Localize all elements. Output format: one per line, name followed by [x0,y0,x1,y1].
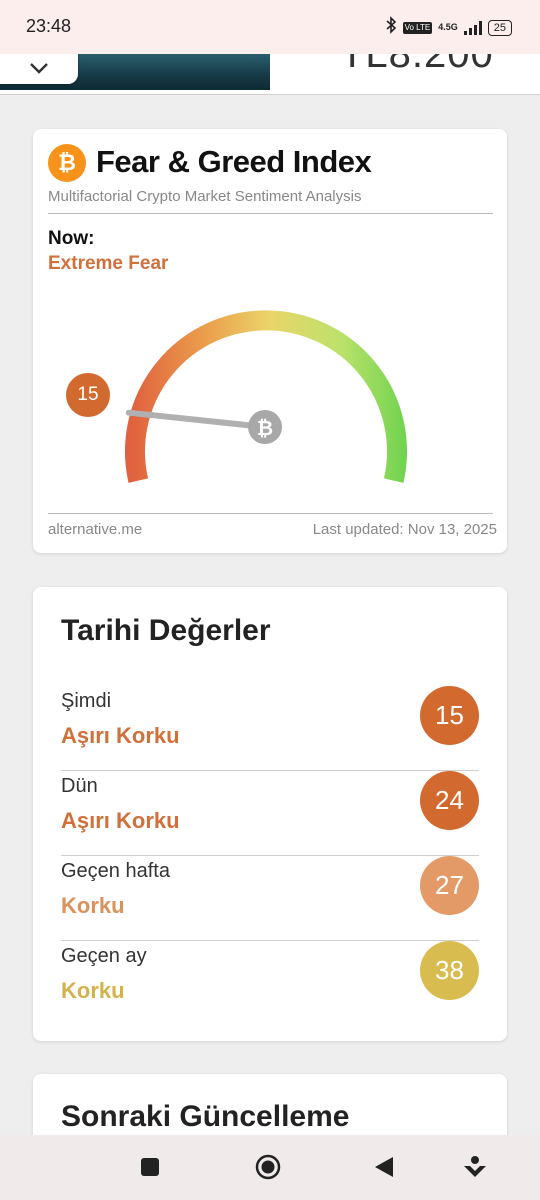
status-time: 23:48 [26,16,72,36]
fear-greed-widget: ₿ Fear & Greed Index Multifactorial Cryp… [33,129,507,553]
ad-price: TL8.200 [340,54,494,76]
assistant-icon[interactable] [463,1155,487,1183]
row-value-badge: 15 [420,686,479,745]
back-triangle-icon[interactable] [374,1156,394,1182]
row-value-badge: 38 [420,941,479,1000]
divider [48,513,493,514]
row-label: Dün [61,775,98,797]
battery-icon: 25 [487,19,512,36]
index-value: 15 [66,373,110,417]
row-classification: Aşırı Korku [61,808,180,833]
navigation-bar [0,1135,540,1200]
row-label: Şimdi [61,690,112,712]
history-row: Dün Aşırı Korku 24 [61,771,479,856]
chevron-down-icon [28,60,50,79]
network-type: 4.5G [438,22,458,32]
row-classification: Korku [61,893,125,918]
bluetooth-icon [385,16,397,39]
status-icons: Vo LTE 4.5G 25 [385,16,512,39]
row-value-badge: 27 [420,856,479,915]
last-updated: Last updated: Nov 13, 2025 [312,521,497,538]
volte-icon: Vo LTE [402,21,433,34]
source-link[interactable]: alternative.me [48,521,142,538]
history-row: Geçen hafta Korku 27 [61,856,479,941]
row-classification: Aşırı Korku [61,723,180,748]
next-update-title: Sonraki Güncelleme [61,1100,350,1133]
history-row: Şimdi Aşırı Korku 15 [61,686,479,771]
home-circle-icon[interactable] [255,1154,281,1184]
row-label: Geçen hafta [61,860,170,882]
sentiment-gauge: ₿ [125,310,407,483]
gauge-arc [125,310,407,483]
history-card: Tarihi Değerler Şimdi Aşırı Korku 15 Dün… [33,587,507,1041]
gauge-needle [125,409,268,430]
row-classification: Korku [61,978,125,1003]
gauge-hub-bitcoin-icon: ₿ [257,418,273,440]
ad-collapse-button[interactable] [0,54,78,84]
status-bar: 23:48 Vo LTE 4.5G 25 [0,0,540,54]
signal-icon [463,20,482,35]
recents-square-icon[interactable] [140,1157,160,1181]
row-value-badge: 24 [420,771,479,830]
history-title: Tarihi Değerler [61,614,271,647]
ad-banner[interactable]: TL8.200 [0,54,540,95]
history-row: Geçen ay Korku 38 [61,941,479,1026]
row-label: Geçen ay [61,945,147,967]
next-update-card: Sonraki Güncelleme [33,1074,507,1144]
